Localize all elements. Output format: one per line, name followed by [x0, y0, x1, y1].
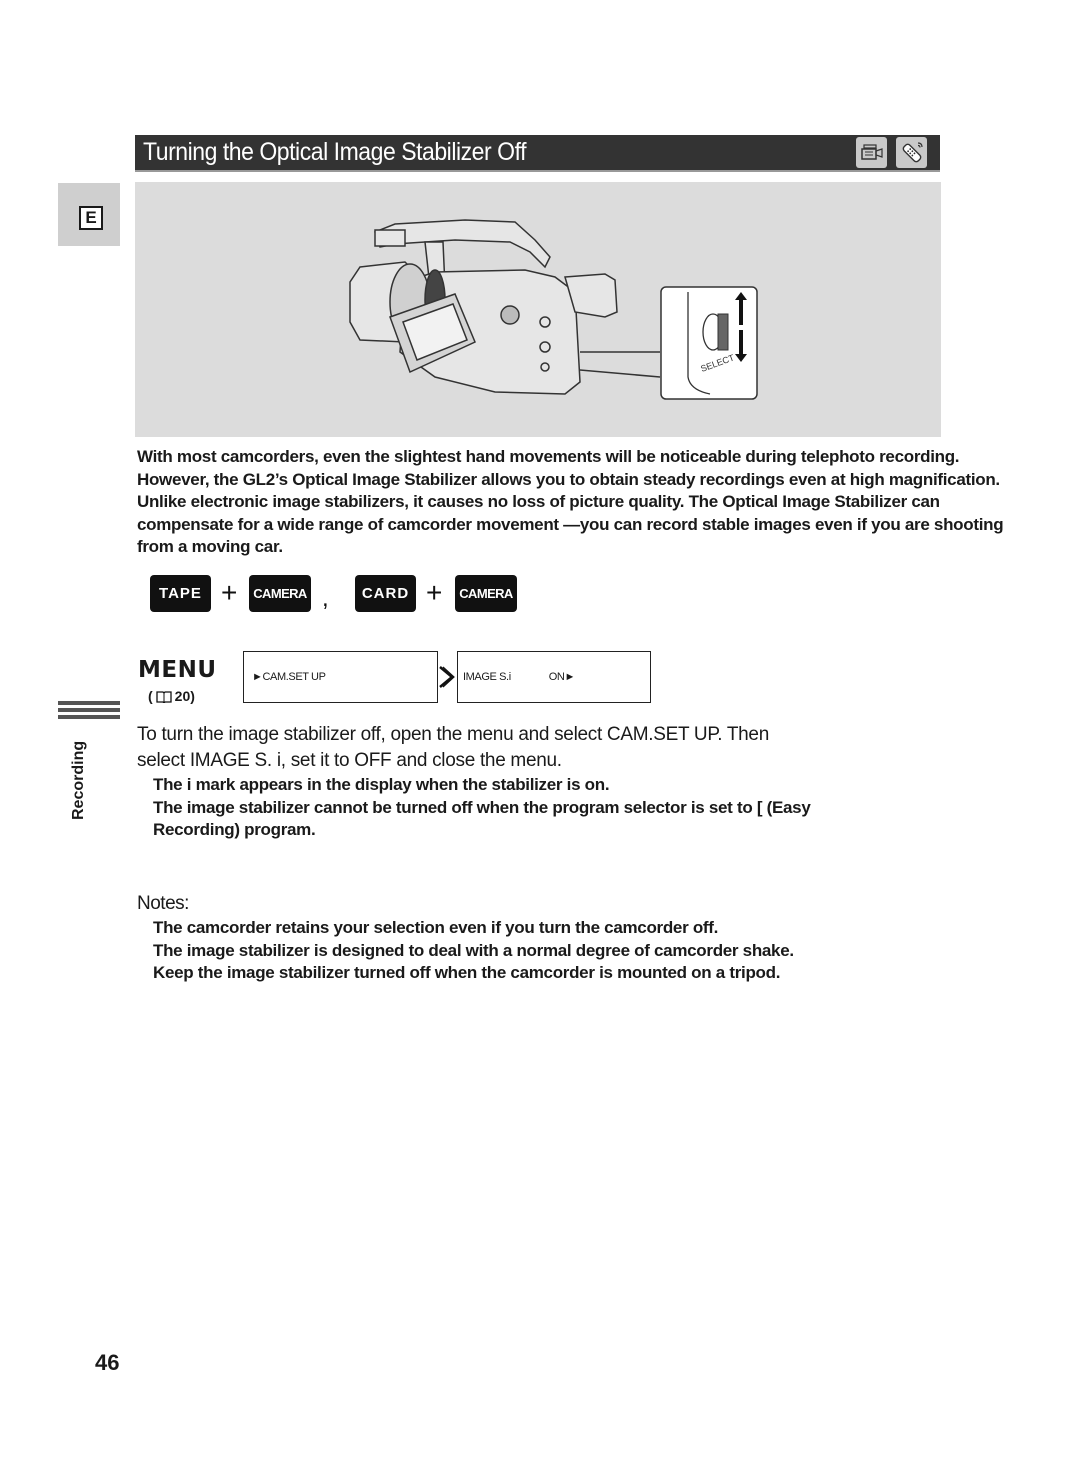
- plus-sign: +: [221, 577, 238, 608]
- menu-step-cam-setup: ►CAM.SET UP: [243, 651, 438, 703]
- menu-step-image-stabilizer: IMAGE S.i ON►: [457, 651, 651, 703]
- camcorder-illustration: SELECT: [135, 182, 941, 437]
- section-marker: [58, 701, 120, 722]
- notes-heading: Notes:: [137, 893, 189, 914]
- intro-text: With most camcorders, even the slightest…: [137, 446, 1022, 559]
- instructions: To turn the image stabilizer off, open t…: [137, 722, 897, 774]
- marker-line: [58, 701, 120, 705]
- page-number: 46: [95, 1350, 120, 1375]
- note-item: The image stabilizer is designed to deal…: [153, 940, 794, 960]
- section-label: Recording: [70, 740, 87, 820]
- camcorder-icon: [856, 137, 887, 168]
- instruction-bullets: The i mark appears in the display when t…: [153, 774, 913, 842]
- comma-separator: ,: [322, 585, 329, 612]
- menu-label: MENU: [138, 657, 217, 683]
- tape-mode-badge: TAPE: [150, 575, 211, 612]
- camera-mode-badge: CAMERA: [249, 575, 311, 612]
- book-icon: [156, 690, 172, 704]
- camcorder-drawing: [349, 219, 618, 395]
- marker-line: [58, 708, 120, 712]
- ref-open-paren: (: [148, 688, 153, 704]
- notes-list: The camcorder retains your selection eve…: [153, 917, 913, 985]
- section-title-bar: Turning the Optical Image Stabilizer Off: [135, 135, 940, 172]
- bullet-item: The image stabilizer cannot be turned of…: [153, 797, 811, 817]
- page-title: Turning the Optical Image Stabilizer Off: [143, 138, 527, 166]
- note-item: The camcorder retains your selection eve…: [153, 918, 719, 937]
- intro-paragraph: With most camcorders, even the slightest…: [137, 447, 1004, 556]
- note-item: Keep the image stabilizer turned off whe…: [153, 963, 781, 982]
- menu-item-value: ON►: [548, 671, 576, 683]
- language-label: E: [79, 206, 103, 230]
- instruction-line: select IMAGE S. i, set it to OFF and clo…: [137, 750, 562, 771]
- camera-mode-badge: CAMERA: [455, 575, 517, 612]
- next-step-arrow-icon: [439, 666, 455, 693]
- ref-page: 20): [174, 688, 195, 704]
- menu-page-reference: ( 20): [148, 688, 195, 704]
- instruction-line: To turn the image stabilizer off, open t…: [137, 724, 769, 745]
- bullet-item: Recording) program.: [153, 820, 316, 839]
- plus-sign: +: [426, 577, 443, 608]
- bullet-item: The i mark appears in the display when t…: [153, 775, 610, 794]
- language-tab: E: [58, 183, 120, 246]
- menu-step-label: ►CAM.SET UP: [252, 671, 326, 683]
- marker-line: [58, 715, 120, 719]
- card-mode-badge: CARD: [355, 575, 416, 612]
- remote-control-icon: [896, 137, 927, 168]
- menu-item-label: IMAGE S.i: [463, 671, 511, 683]
